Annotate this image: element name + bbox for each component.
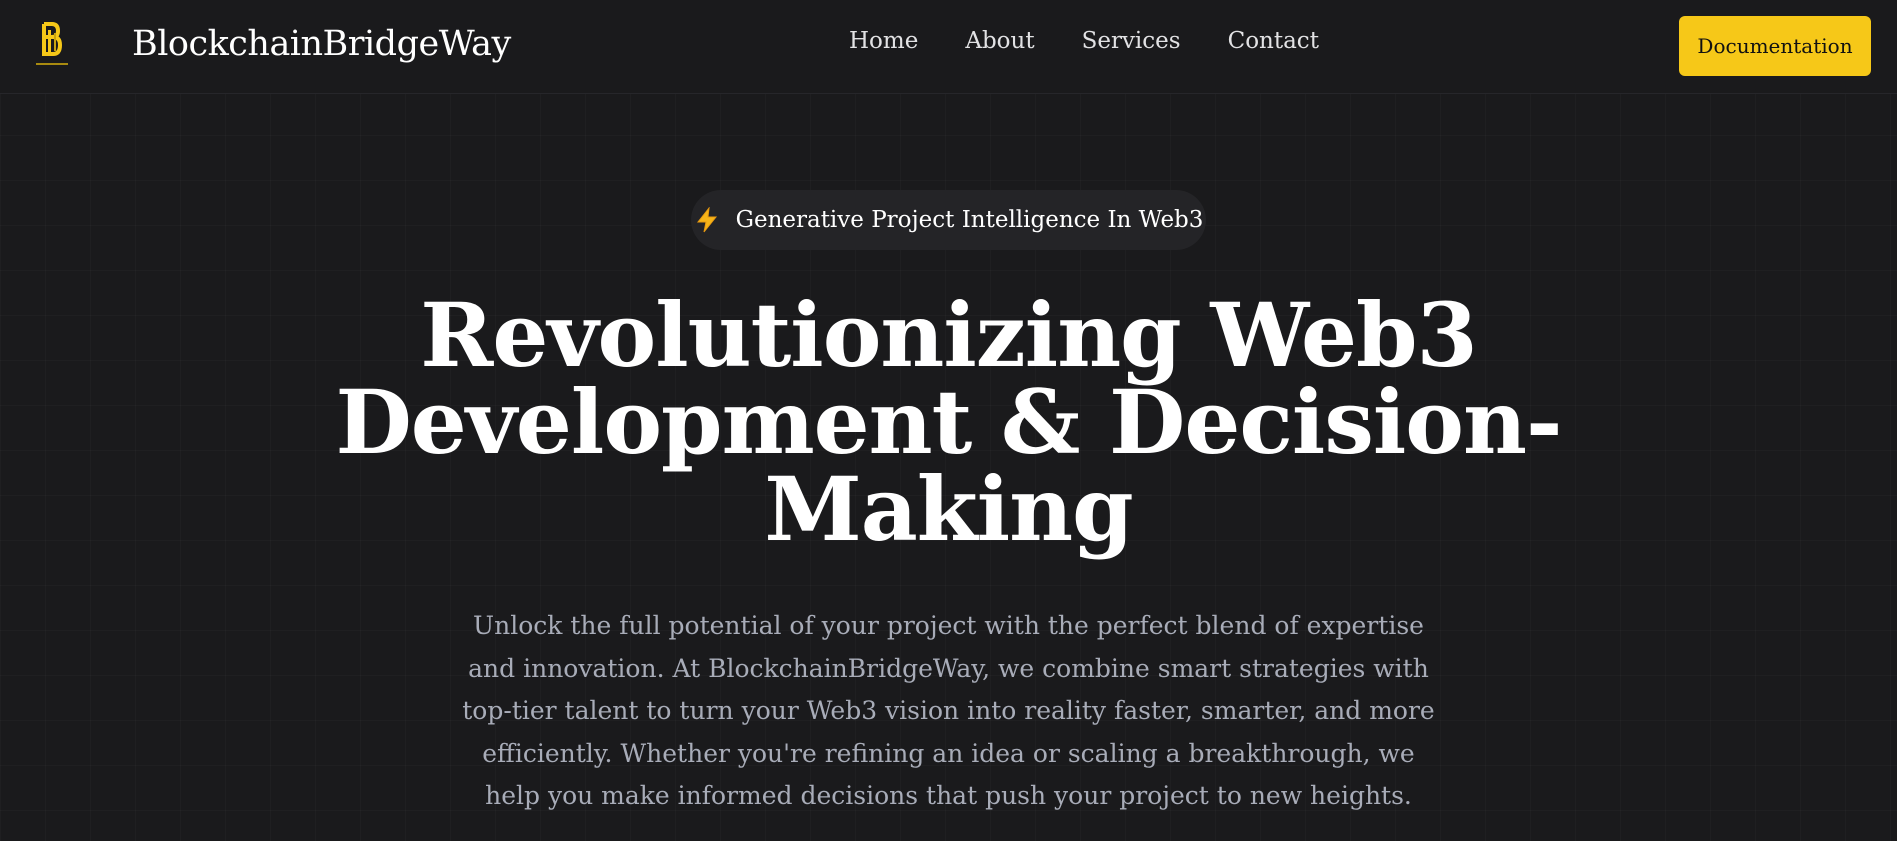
nav-link-home[interactable]: Home — [849, 28, 918, 54]
documentation-button[interactable]: Documentation — [1679, 16, 1871, 76]
main-nav: Home About Services Contact — [849, 28, 1319, 54]
badge-text: Generative Project Intelligence In Web3 — [735, 207, 1204, 233]
bridge-logo-icon[interactable] — [24, 16, 80, 72]
lightning-icon — [694, 206, 720, 234]
hero-headline: Revolutionizing Web3 Development & Decis… — [335, 283, 1562, 561]
hero-description: Unlock the full potential of your projec… — [462, 611, 1435, 810]
brand-name[interactable]: BlockchainBridgeWay — [132, 24, 511, 64]
brand[interactable]: BlockchainBridgeWay — [24, 14, 511, 74]
nav-link-about[interactable]: About — [965, 28, 1034, 54]
top-navbar: BlockchainBridgeWay Home About Services … — [0, 0, 1897, 94]
nav-link-contact[interactable]: Contact — [1228, 28, 1319, 54]
nav-link-services[interactable]: Services — [1082, 28, 1181, 54]
hero-badge: Generative Project Intelligence In Web3 — [691, 190, 1206, 250]
